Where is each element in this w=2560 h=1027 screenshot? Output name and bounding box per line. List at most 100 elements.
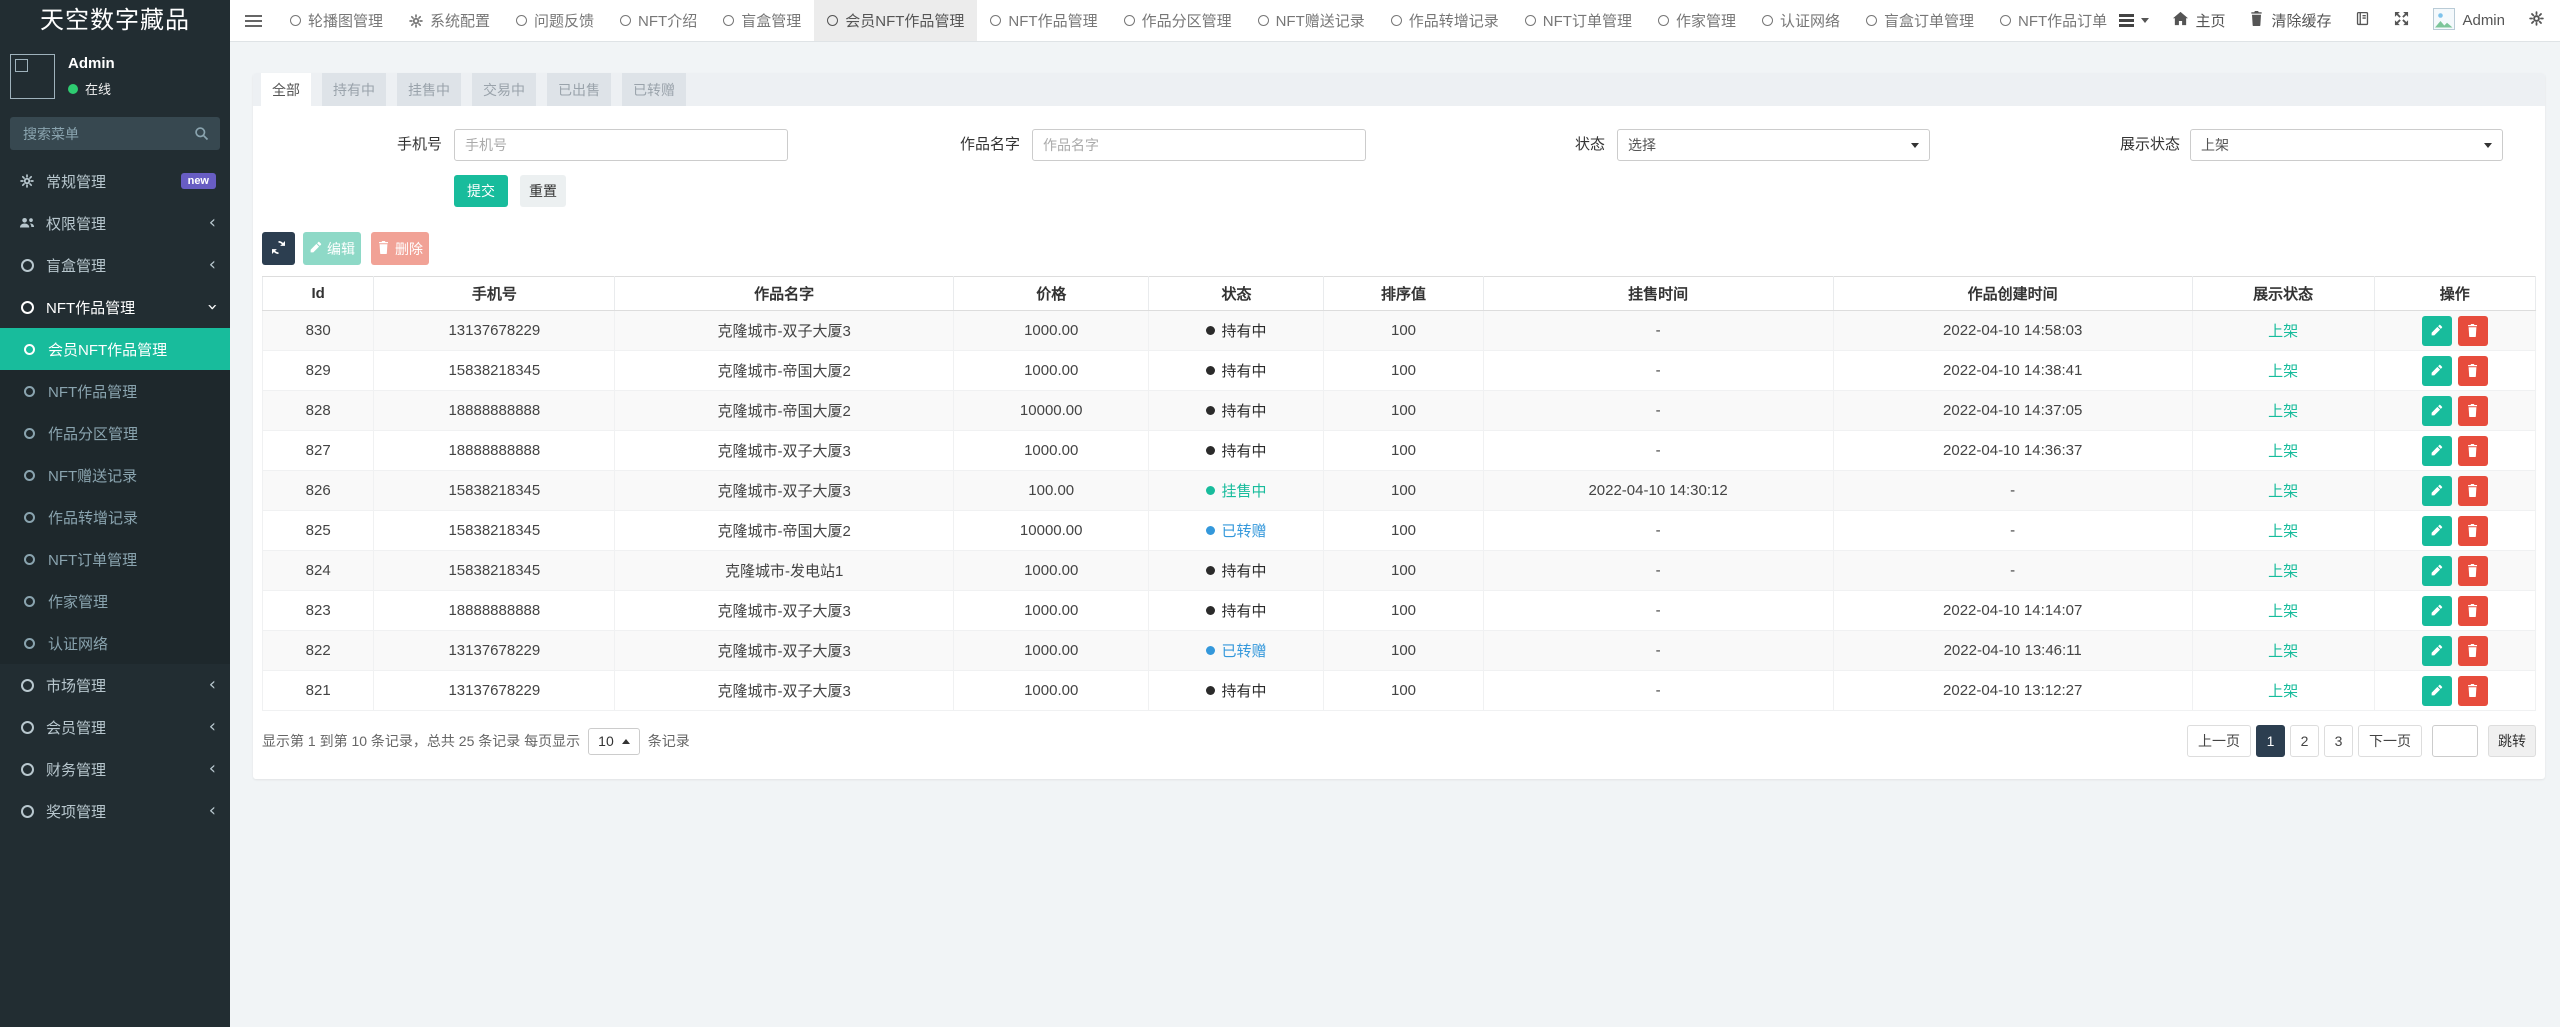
column-header-排序值[interactable]: 排序值 — [1324, 277, 1483, 311]
search-icon[interactable] — [194, 126, 209, 141]
nav-tab-会员NFT作品管理[interactable]: 会员NFT作品管理 — [814, 0, 977, 41]
row-delete-button[interactable] — [2458, 316, 2488, 346]
row-delete-button[interactable] — [2458, 476, 2488, 506]
page-next-button[interactable]: 下一页 — [2358, 725, 2422, 757]
table-row-822[interactable]: 82213137678229克隆城市-双子大厦31000.00已转赠100-20… — [263, 631, 2536, 671]
hamburger-icon[interactable] — [230, 0, 277, 41]
sidebar-item-作品分区管理[interactable]: 作品分区管理 — [0, 412, 230, 454]
name-filter-input[interactable] — [1032, 129, 1366, 161]
display-status-link[interactable]: 上架 — [2268, 483, 2298, 500]
row-edit-button[interactable] — [2422, 636, 2452, 666]
sidebar-item-NFT赠送记录[interactable]: NFT赠送记录 — [0, 454, 230, 496]
column-header-操作[interactable]: 操作 — [2374, 277, 2535, 311]
column-header-价格[interactable]: 价格 — [953, 277, 1148, 311]
sidebar-item-盲盒管理[interactable]: 盲盒管理‹ — [0, 244, 230, 286]
row-delete-button[interactable] — [2458, 556, 2488, 586]
nav-tab-认证网络[interactable]: 认证网络 — [1749, 0, 1853, 41]
nav-tab-问题反馈[interactable]: 问题反馈 — [503, 0, 607, 41]
column-header-作品名字[interactable]: 作品名字 — [615, 277, 954, 311]
table-row-825[interactable]: 82515838218345克隆城市-帝国大厦210000.00已转赠100--… — [263, 511, 2536, 551]
status-select[interactable]: 选择 — [1617, 129, 1930, 161]
row-edit-button[interactable] — [2422, 316, 2452, 346]
table-row-824[interactable]: 82415838218345克隆城市-发电站11000.00持有中100--上架 — [263, 551, 2536, 591]
sidebar-item-市场管理[interactable]: 市场管理‹ — [0, 664, 230, 706]
table-row-828[interactable]: 82818888888888克隆城市-帝国大厦210000.00持有中100-2… — [263, 391, 2536, 431]
refresh-button[interactable] — [262, 232, 295, 265]
submit-button[interactable]: 提交 — [454, 175, 508, 207]
page-size-select[interactable]: 10 — [588, 728, 640, 755]
row-delete-button[interactable] — [2458, 636, 2488, 666]
row-edit-button[interactable] — [2422, 436, 2452, 466]
nav-tab-作家管理[interactable]: 作家管理 — [1645, 0, 1749, 41]
table-row-830[interactable]: 83013137678229克隆城市-双子大厦31000.00持有中100-20… — [263, 311, 2536, 351]
column-header-状态[interactable]: 状态 — [1149, 277, 1324, 311]
sidebar-item-作家管理[interactable]: 作家管理 — [0, 580, 230, 622]
page-jump-button[interactable]: 跳转 — [2488, 725, 2536, 757]
column-header-挂售时间[interactable]: 挂售时间 — [1483, 277, 1833, 311]
column-header-手机号[interactable]: 手机号 — [374, 277, 615, 311]
row-delete-button[interactable] — [2458, 596, 2488, 626]
nav-tab-NFT作品订单管理[interactable]: NFT作品订单管理 — [1987, 0, 2107, 41]
row-delete-button[interactable] — [2458, 676, 2488, 706]
panel-tab-全部[interactable]: 全部 — [261, 73, 311, 106]
row-delete-button[interactable] — [2458, 396, 2488, 426]
nav-tab-NFT作品管理[interactable]: NFT作品管理 — [977, 0, 1110, 41]
row-delete-button[interactable] — [2458, 356, 2488, 386]
nav-tab-作品转增记录[interactable]: 作品转增记录 — [1378, 0, 1512, 41]
nav-tab-系统配置[interactable]: 系统配置 — [396, 0, 503, 41]
clear-cache-link[interactable]: 清除缓存 — [2237, 0, 2343, 42]
navbar-user-menu[interactable]: Admin — [2421, 0, 2517, 42]
row-edit-button[interactable] — [2422, 676, 2452, 706]
home-link[interactable]: 主页 — [2161, 0, 2237, 42]
display-status-link[interactable]: 上架 — [2268, 563, 2298, 580]
display-status-link[interactable]: 上架 — [2268, 643, 2298, 660]
column-header-Id[interactable]: Id — [263, 277, 374, 311]
nav-tab-作品分区管理[interactable]: 作品分区管理 — [1111, 0, 1245, 41]
panel-tab-交易中[interactable]: 交易中 — [472, 73, 536, 106]
row-edit-button[interactable] — [2422, 556, 2452, 586]
page-number-3[interactable]: 3 — [2324, 725, 2353, 757]
phone-filter-input[interactable] — [454, 129, 788, 161]
sidebar-item-奖项管理[interactable]: 奖项管理‹ — [0, 790, 230, 832]
nav-tab-NFT介绍[interactable]: NFT介绍 — [607, 0, 710, 41]
sidebar-item-财务管理[interactable]: 财务管理‹ — [0, 748, 230, 790]
column-header-作品创建时间[interactable]: 作品创建时间 — [1833, 277, 2192, 311]
nav-tab-盲盒管理[interactable]: 盲盒管理 — [710, 0, 814, 41]
column-header-展示状态[interactable]: 展示状态 — [2192, 277, 2374, 311]
nav-tab-轮播图管理[interactable]: 轮播图管理 — [277, 0, 396, 41]
sidebar-item-NFT作品管理[interactable]: NFT作品管理 — [0, 370, 230, 412]
tab-list-menu[interactable] — [2107, 0, 2161, 42]
sidebar-item-作品转增记录[interactable]: 作品转增记录 — [0, 496, 230, 538]
display-status-select[interactable]: 上架 — [2190, 129, 2503, 161]
sidebar-item-权限管理[interactable]: 权限管理‹ — [0, 202, 230, 244]
panel-tab-已出售[interactable]: 已出售 — [547, 73, 611, 106]
display-status-link[interactable]: 上架 — [2268, 603, 2298, 620]
page-number-2[interactable]: 2 — [2290, 725, 2319, 757]
row-edit-button[interactable] — [2422, 516, 2452, 546]
delete-button[interactable]: 删除 — [371, 232, 429, 265]
display-status-link[interactable]: 上架 — [2268, 363, 2298, 380]
row-edit-button[interactable] — [2422, 356, 2452, 386]
row-delete-button[interactable] — [2458, 436, 2488, 466]
row-edit-button[interactable] — [2422, 476, 2452, 506]
settings-button[interactable] — [2517, 0, 2556, 42]
page-number-1[interactable]: 1 — [2256, 725, 2285, 757]
nav-tab-盲盒订单管理[interactable]: 盲盒订单管理 — [1853, 0, 1987, 41]
sidebar-item-认证网络[interactable]: 认证网络 — [0, 622, 230, 664]
nav-tab-NFT赠送记录[interactable]: NFT赠送记录 — [1245, 0, 1378, 41]
panel-tab-挂售中[interactable]: 挂售中 — [397, 73, 461, 106]
table-row-829[interactable]: 82915838218345克隆城市-帝国大厦21000.00持有中100-20… — [263, 351, 2536, 391]
sidebar-item-会员NFT作品管理[interactable]: 会员NFT作品管理 — [0, 328, 230, 370]
display-status-link[interactable]: 上架 — [2268, 443, 2298, 460]
row-delete-button[interactable] — [2458, 516, 2488, 546]
language-button[interactable] — [2343, 0, 2382, 42]
row-edit-button[interactable] — [2422, 396, 2452, 426]
sidebar-item-常规管理[interactable]: 常规管理new — [0, 160, 230, 202]
nav-tab-NFT订单管理[interactable]: NFT订单管理 — [1512, 0, 1645, 41]
menu-search-input[interactable] — [21, 125, 194, 143]
display-status-link[interactable]: 上架 — [2268, 403, 2298, 420]
reset-button[interactable]: 重置 — [520, 175, 566, 207]
display-status-link[interactable]: 上架 — [2268, 683, 2298, 700]
sidebar-item-会员管理[interactable]: 会员管理‹ — [0, 706, 230, 748]
sidebar-item-NFT作品管理[interactable]: NFT作品管理‹ — [0, 286, 230, 328]
